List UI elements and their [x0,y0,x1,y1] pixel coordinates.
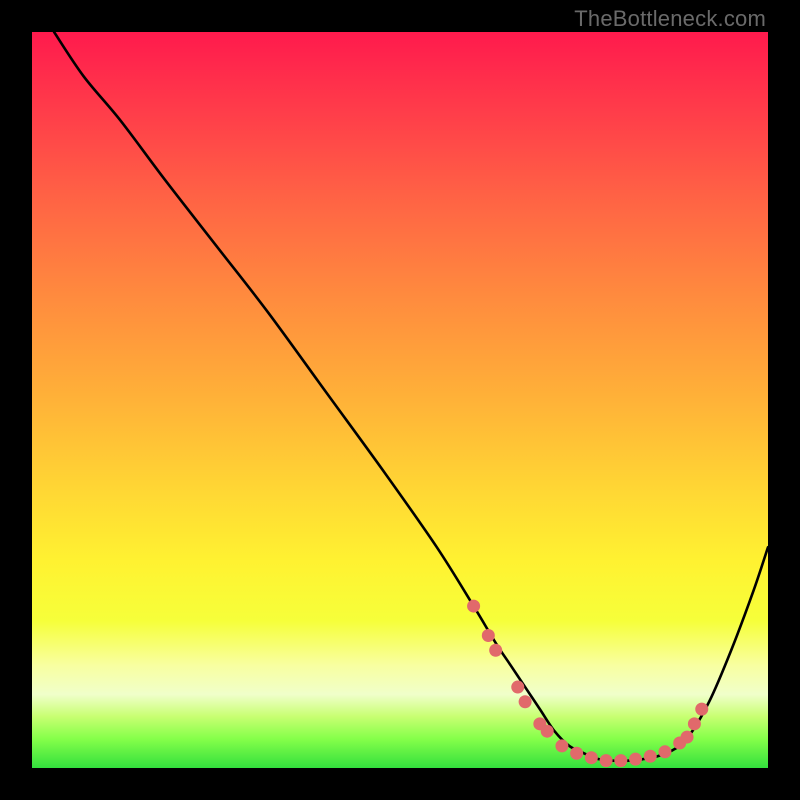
chart-marker [482,629,495,642]
chart-marker [614,754,627,767]
chart-markers [467,600,708,768]
chart-marker [467,600,480,613]
chart-marker [658,745,671,758]
chart-overlay [32,32,768,768]
chart-marker [695,703,708,716]
chart-curve [54,32,768,761]
chart-marker [644,750,657,763]
chart-marker [688,717,701,730]
chart-marker [555,739,568,752]
chart-marker [681,731,694,744]
chart-marker [629,753,642,766]
chart-marker [600,754,613,767]
chart-marker [541,725,554,738]
watermark-label: TheBottleneck.com [574,6,766,32]
chart-marker [511,681,524,694]
chart-stage: TheBottleneck.com [0,0,800,800]
chart-marker [519,695,532,708]
chart-marker [585,751,598,764]
chart-marker [570,747,583,760]
chart-marker [489,644,502,657]
